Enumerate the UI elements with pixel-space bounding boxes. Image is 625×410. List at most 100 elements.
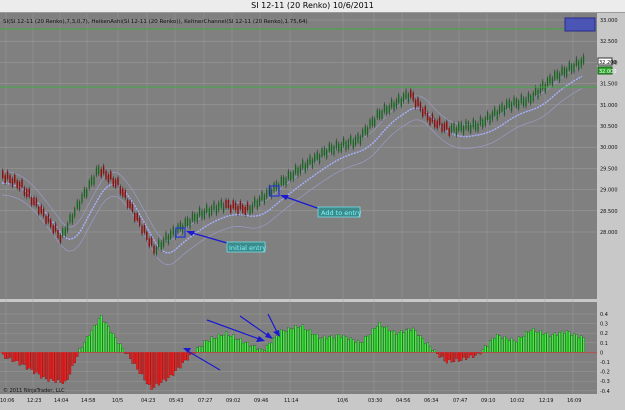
price-tick-label: 30.500	[600, 124, 618, 130]
oscillator-bar	[484, 345, 487, 353]
oscillator-bar	[328, 336, 331, 353]
oscillator-bar	[299, 326, 302, 353]
oscillator-bar	[325, 338, 328, 353]
oscillator-bar	[201, 346, 204, 353]
oscillator-bar	[215, 338, 218, 353]
oscillator-bar	[246, 341, 249, 353]
chart-canvas[interactable]: 33.000 32.500 32.000 31.500 31.000 30.500 30.0…	[0, 0, 625, 410]
oscillator-bar	[582, 337, 585, 353]
oscillator-bar	[443, 352, 446, 362]
osc-tick-label: -0.3	[600, 379, 610, 385]
time-tick-label: 09:46	[254, 398, 268, 404]
oscillator-bar	[47, 352, 50, 382]
oscillator-bar	[49, 352, 52, 379]
oscillator-bar	[385, 326, 388, 353]
oscillator-bar	[503, 336, 506, 353]
oscillator-bar	[196, 347, 199, 353]
oscillator-bar	[563, 333, 566, 353]
oscillator-bar	[369, 334, 372, 353]
oscillator-bar	[525, 331, 528, 353]
oscillator-bar	[402, 332, 405, 353]
oscillator-bar	[205, 340, 208, 353]
time-tick-label: 06:34	[424, 398, 438, 404]
oscillator-bar	[167, 352, 170, 378]
oscillator-bar	[306, 330, 309, 353]
oscillator-bar	[292, 328, 295, 353]
oscillator-bar	[54, 352, 57, 383]
oscillator-bar	[321, 337, 324, 353]
oscillator-bar	[23, 352, 26, 365]
oscillator-bar	[102, 321, 105, 353]
oscillator-bar	[73, 352, 76, 364]
oscillator-bar	[9, 352, 12, 358]
oscillator-bar	[309, 329, 312, 353]
oscillator-bar	[217, 333, 220, 353]
oscillator-bar	[357, 339, 360, 353]
position-marker-box[interactable]	[564, 17, 596, 32]
oscillator-bar	[376, 326, 379, 353]
oscillator-bar	[462, 352, 465, 358]
oscillator-bar	[330, 335, 333, 353]
oscillator-bar	[81, 347, 84, 353]
oscillator-bar	[520, 337, 523, 353]
oscillator-bar	[249, 346, 252, 353]
oscillator-bar	[268, 342, 271, 353]
oscillator-bar	[109, 332, 112, 353]
oscillator-bar	[371, 328, 374, 353]
oscillator-bar	[465, 352, 468, 360]
oscillator-bar	[97, 318, 100, 353]
oscillator-bar	[441, 352, 444, 357]
oscillator-bar	[270, 342, 273, 353]
oscillator-bar	[105, 322, 108, 353]
time-tick-label: 12:19	[539, 398, 553, 404]
oscillator-bar	[304, 329, 307, 353]
oscillator-bar	[433, 349, 436, 353]
oscillator-bar	[208, 341, 211, 353]
price-tick-label: 31.000	[600, 103, 618, 109]
oscillator-bar	[35, 352, 38, 373]
oscillator-bar	[59, 352, 62, 383]
oscillator-bar	[198, 346, 201, 353]
indicator-caption: SI(SI 12-11 (20 Renko),7,3,0,7), HeikenA…	[3, 19, 308, 25]
oscillator-bar	[345, 336, 348, 353]
oscillator-bar	[472, 352, 475, 358]
oscillator-bar	[95, 324, 98, 353]
oscillator-bar	[169, 352, 172, 375]
oscillator-bar	[121, 348, 124, 353]
oscillator-bar	[150, 352, 153, 390]
price-panel-background	[0, 13, 597, 299]
oscillator-bar	[577, 337, 580, 353]
oscillator-bar	[498, 335, 501, 353]
oscillator-bar	[251, 345, 254, 353]
oscillator-bar	[131, 352, 134, 364]
oscillator-bar	[453, 352, 456, 363]
oscillator-bar	[30, 352, 33, 370]
oscillator-bar	[534, 331, 537, 353]
oscillator-bar	[143, 352, 146, 381]
oscillator-bar	[179, 352, 182, 369]
oscillator-bar	[486, 346, 489, 353]
oscillator-bar	[33, 352, 36, 375]
oscillator-bar	[340, 337, 343, 353]
oscillator-bar	[16, 352, 19, 361]
oscillator-bar	[148, 352, 151, 385]
oscillator-bar	[229, 336, 232, 353]
oscillator-bar	[157, 352, 160, 386]
oscillator-bar	[112, 333, 115, 353]
osc-tick-label: -0.2	[600, 370, 610, 376]
oscillator-bar	[239, 338, 242, 353]
oscillator-bar	[222, 334, 225, 353]
oscillator-bar	[71, 352, 74, 366]
osc-tick-label: 0.2	[600, 331, 608, 337]
oscillator-bar	[184, 352, 187, 361]
oscillator-bar	[25, 352, 28, 370]
oscillator-bar	[474, 352, 477, 356]
oscillator-bar	[28, 352, 31, 369]
oscillator-bar	[316, 333, 319, 353]
oscillator-bar	[258, 348, 261, 353]
oscillator-bar	[155, 352, 158, 384]
oscillator-bar	[297, 327, 300, 353]
oscillator-bar	[181, 352, 184, 363]
oscillator-bar	[129, 352, 132, 359]
oscillator-bar	[549, 336, 552, 353]
